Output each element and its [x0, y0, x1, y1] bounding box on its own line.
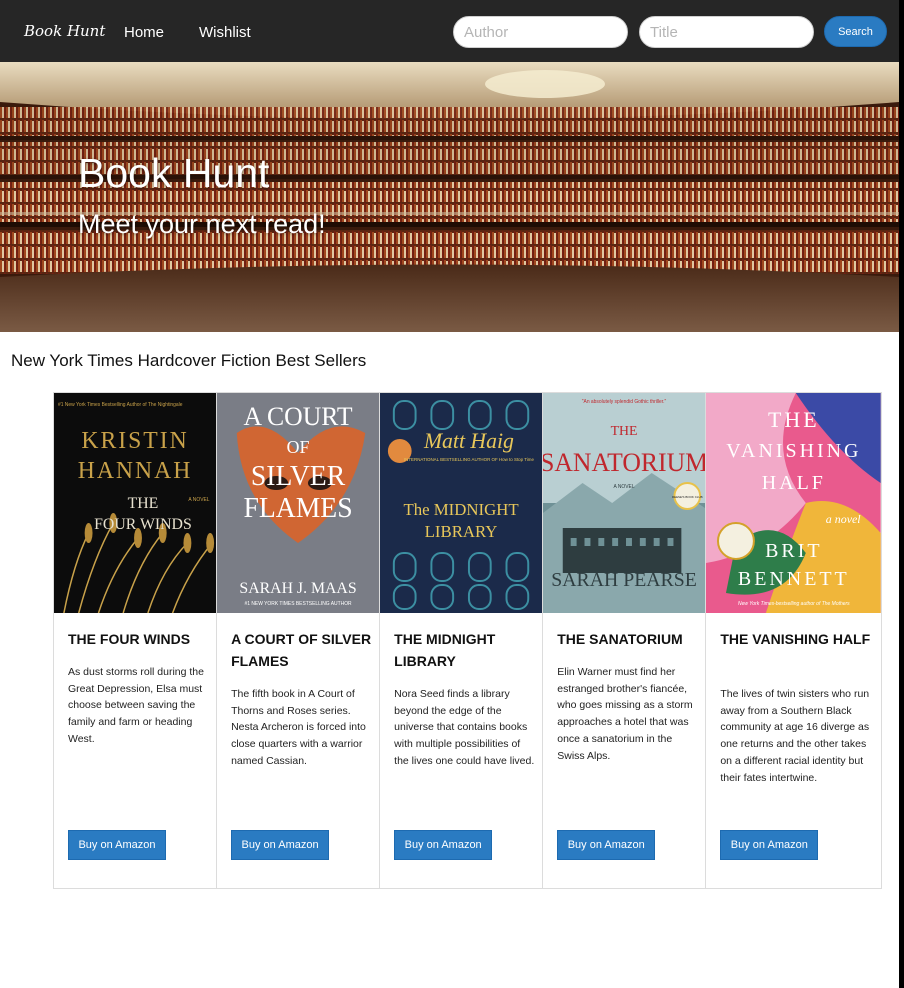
- svg-text:SANATORIUM: SANATORIUM: [543, 448, 705, 477]
- book-title: THE FOUR WINDS: [68, 631, 191, 647]
- book-description: Nora Seed finds a library beyond the edg…: [394, 688, 535, 767]
- svg-text:SARAH J. MAAS: SARAH J. MAAS: [240, 580, 357, 597]
- svg-text:A NOVEL: A NOVEL: [614, 484, 635, 490]
- svg-text:Matt Haig: Matt Haig: [423, 429, 514, 453]
- title-search-input[interactable]: [639, 16, 814, 48]
- svg-text:LIBRARY: LIBRARY: [425, 522, 498, 541]
- svg-text:HANNAH: HANNAH: [78, 458, 193, 484]
- book-card: THE VANISHING HALF a novel BRIT BENNETT …: [706, 393, 881, 888]
- svg-text:KRISTIN: KRISTIN: [81, 428, 188, 454]
- book-card: Matt Haig INTERNATIONAL BESTSELLING AUTH…: [380, 393, 544, 888]
- nav-link-home[interactable]: Home: [124, 24, 164, 41]
- buy-on-amazon-button[interactable]: Buy on Amazon: [231, 830, 330, 860]
- svg-text:REESE'S BOOK CLUB: REESE'S BOOK CLUB: [672, 495, 703, 499]
- book-title: THE SANATORIUM: [557, 631, 683, 647]
- top-navbar: Book Hunt Home Wishlist Search: [0, 0, 899, 62]
- svg-text:#1 NEW YORK TIMES BESTSELLING: #1 NEW YORK TIMES BESTSELLING AUTHOR: [245, 601, 353, 607]
- book-cover-image[interactable]: #1 New York Times Bestselling Author of …: [54, 393, 217, 613]
- svg-text:VANISHING: VANISHING: [727, 440, 862, 462]
- book-description: The lives of twin sisters who run away f…: [720, 688, 870, 784]
- book-cover-image[interactable]: A COURT OF SILVER FLAMES SARAH J. MAAS #…: [217, 393, 380, 613]
- book-description: As dust storms roll during the Great Dep…: [68, 666, 204, 745]
- svg-text:OF: OF: [287, 437, 310, 457]
- svg-text:THE: THE: [128, 495, 159, 512]
- svg-text:SILVER: SILVER: [251, 461, 346, 492]
- library-background-image: [0, 62, 899, 332]
- svg-text:BENNETT: BENNETT: [738, 568, 850, 590]
- section-title: New York Times Hardcover Fiction Best Se…: [11, 351, 367, 370]
- book-title: THE VANISHING HALF: [720, 631, 871, 647]
- window-edge: [899, 0, 904, 988]
- book-card: A COURT OF SILVER FLAMES SARAH J. MAAS #…: [217, 393, 381, 888]
- book-description: The fifth book in A Court of Thorns and …: [231, 688, 366, 767]
- book-card-grid: #1 New York Times Bestselling Author of …: [53, 392, 882, 889]
- book-cover-image[interactable]: Matt Haig INTERNATIONAL BESTSELLING AUTH…: [380, 393, 543, 613]
- book-card: "An absolutely splendid Gothic thriller.…: [543, 393, 707, 888]
- hero-banner: Book Hunt Meet your next read!: [0, 62, 899, 332]
- search-button[interactable]: Search: [824, 16, 887, 47]
- svg-text:SARAH PEARSE: SARAH PEARSE: [552, 569, 697, 591]
- book-description: Elin Warner must find her estranged brot…: [557, 666, 693, 762]
- svg-text:BRIT: BRIT: [765, 540, 822, 562]
- book-cover-image[interactable]: "An absolutely splendid Gothic thriller.…: [543, 393, 706, 613]
- svg-text:A COURT: A COURT: [244, 402, 353, 431]
- nav-link-wishlist[interactable]: Wishlist: [199, 24, 251, 41]
- svg-text:INTERNATIONAL BESTSELLING AUTH: INTERNATIONAL BESTSELLING AUTHOR OF How …: [404, 457, 535, 462]
- buy-on-amazon-button[interactable]: Buy on Amazon: [557, 830, 656, 860]
- svg-text:FLAMES: FLAMES: [244, 493, 353, 524]
- author-search-input[interactable]: [453, 16, 628, 48]
- brand-logo[interactable]: Book Hunt: [24, 22, 105, 40]
- svg-text:FOUR WINDS: FOUR WINDS: [94, 516, 192, 533]
- svg-text:The MIDNIGHT: The MIDNIGHT: [404, 500, 520, 519]
- svg-text:THE: THE: [768, 407, 820, 432]
- book-title: THE MIDNIGHT LIBRARY: [394, 631, 496, 669]
- book-cover-image[interactable]: THE VANISHING HALF a novel BRIT BENNETT …: [706, 393, 881, 613]
- hero-subtitle: Meet your next read!: [78, 209, 326, 239]
- svg-text:#1 New York Times Bestselling: #1 New York Times Bestselling Author of …: [58, 402, 183, 408]
- buy-on-amazon-button[interactable]: Buy on Amazon: [720, 830, 819, 860]
- svg-text:a novel: a novel: [826, 512, 862, 526]
- svg-text:New York Times-bestselling aut: New York Times-bestselling author of The…: [738, 601, 850, 607]
- svg-text:THE: THE: [611, 424, 638, 439]
- buy-on-amazon-button[interactable]: Buy on Amazon: [68, 830, 166, 860]
- book-title: A COURT OF SILVER FLAMES: [231, 631, 372, 669]
- buy-on-amazon-button[interactable]: Buy on Amazon: [394, 830, 493, 860]
- svg-text:HALF: HALF: [762, 472, 826, 494]
- svg-text:A NOVEL: A NOVEL: [188, 497, 209, 503]
- book-card: #1 New York Times Bestselling Author of …: [54, 393, 218, 888]
- svg-text:"An absolutely splendid Gothic: "An absolutely splendid Gothic thriller.…: [582, 399, 667, 405]
- hero-title: Book Hunt: [78, 150, 270, 196]
